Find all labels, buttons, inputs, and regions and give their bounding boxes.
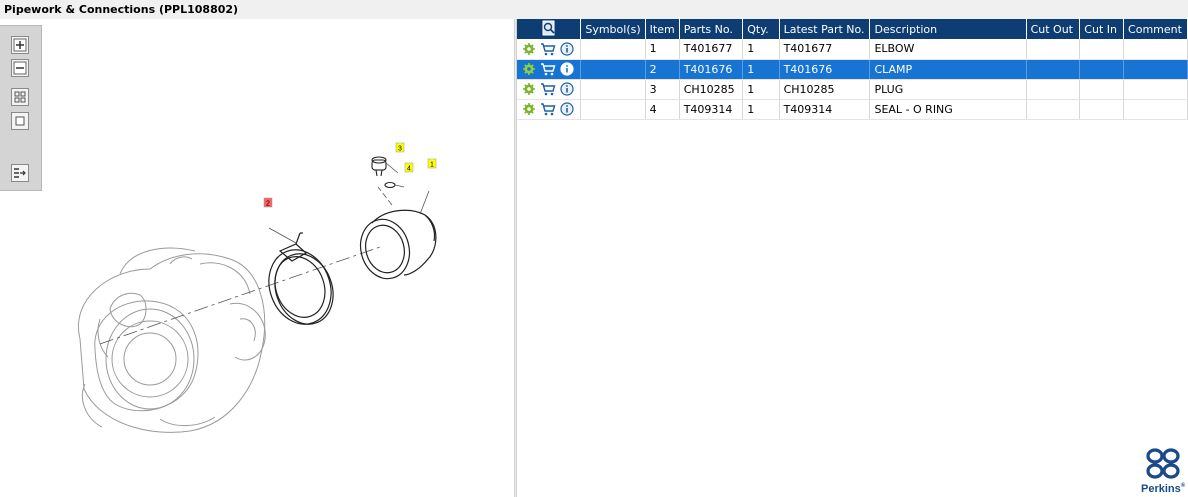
perkins-logo-text: Perkins® — [1141, 483, 1185, 495]
callout-3-label: 3 — [398, 146, 402, 153]
cell-comment — [1123, 79, 1188, 100]
row-actions — [517, 99, 582, 120]
cell-parts-no: T409314 — [679, 99, 744, 120]
cell-cut-out — [1026, 59, 1081, 80]
cell-cut-in — [1079, 59, 1125, 80]
perkins-logo: Perkins® — [1141, 447, 1185, 495]
cell-latest-part-no: T401677 — [779, 39, 871, 60]
cell-symbols — [580, 59, 646, 80]
cell-description: CLAMP — [869, 59, 1027, 80]
cell-symbols — [580, 99, 646, 120]
fit-all-icon — [14, 91, 26, 103]
table-row-selected[interactable]: 2 T401676 1 T401676 CLAMP — [517, 59, 1188, 80]
table-row[interactable]: 3 CH10285 1 CH10285 PLUG — [517, 79, 1188, 100]
cell-latest-part-no: CH10285 — [779, 79, 871, 100]
fit-all-button[interactable] — [11, 88, 29, 106]
cell-cut-in — [1079, 99, 1125, 120]
zoom-in-button[interactable] — [11, 36, 29, 54]
gear-icon[interactable] — [521, 62, 537, 76]
cell-qty: 1 — [742, 59, 780, 80]
cell-symbols — [580, 39, 646, 60]
parts-list-toggle-button[interactable] — [11, 164, 29, 182]
info-icon[interactable] — [559, 102, 575, 116]
gear-icon[interactable] — [521, 82, 537, 96]
cell-parts-no: T401676 — [679, 59, 744, 80]
logo-registered-mark: ® — [1180, 483, 1186, 489]
column-header-cut-in[interactable]: Cut In — [1079, 19, 1125, 39]
callout-4-label: 4 — [407, 166, 411, 173]
shopping-cart-icon[interactable] — [540, 42, 556, 56]
table-header-row: Symbol(s) Item Parts No. Qty. Latest Par… — [517, 19, 1188, 39]
cell-latest-part-no: T409314 — [779, 99, 871, 120]
info-icon[interactable] — [559, 62, 575, 76]
shopping-cart-icon[interactable] — [540, 82, 556, 96]
callout-2[interactable]: 2 — [263, 197, 273, 208]
table-row[interactable]: 1 T401677 1 T401677 ELBOW — [517, 39, 1188, 60]
cell-description: SEAL - O RING — [869, 99, 1027, 120]
cell-qty: 1 — [742, 39, 780, 60]
column-header-comment[interactable]: Comment — [1123, 19, 1188, 39]
cell-comment — [1123, 59, 1188, 80]
table-row[interactable]: 4 T409314 1 T409314 SEAL - O RING — [517, 99, 1188, 120]
row-actions — [517, 39, 582, 60]
column-header-parts-no[interactable]: Parts No. — [679, 19, 744, 39]
parts-list-pane: Symbol(s) Item Parts No. Qty. Latest Par… — [517, 19, 1188, 497]
search-document-icon — [542, 20, 555, 35]
zoom-in-icon — [13, 38, 27, 52]
cell-comment — [1123, 39, 1188, 60]
cell-item: 4 — [645, 99, 680, 120]
window-title: Pipework & Connections (PPL108802) — [0, 0, 1188, 19]
shopping-cart-icon[interactable] — [540, 102, 556, 116]
column-header-qty[interactable]: Qty. — [742, 19, 780, 39]
info-icon[interactable] — [559, 82, 575, 96]
cell-symbols — [580, 79, 646, 100]
fit-window-icon — [15, 116, 25, 126]
cell-description: PLUG — [869, 79, 1027, 100]
cell-description: ELBOW — [869, 39, 1027, 60]
shopping-cart-icon[interactable] — [540, 62, 556, 76]
zoom-out-button[interactable] — [11, 59, 29, 77]
callout-2-label: 2 — [266, 201, 270, 208]
column-header-description[interactable]: Description — [869, 19, 1027, 39]
cell-comment — [1123, 99, 1188, 120]
cell-latest-part-no: T401676 — [779, 59, 871, 80]
cell-cut-in — [1079, 39, 1125, 60]
cell-parts-no: T401677 — [679, 39, 744, 60]
fit-window-button[interactable] — [11, 112, 29, 130]
column-header-cut-out[interactable]: Cut Out — [1026, 19, 1081, 39]
cell-parts-no: CH10285 — [679, 79, 744, 100]
cell-cut-out — [1026, 99, 1081, 120]
info-icon[interactable] — [559, 42, 575, 56]
callout-4[interactable]: 4 — [404, 162, 414, 173]
callout-3[interactable]: 3 — [395, 142, 405, 153]
zoom-out-icon — [13, 61, 27, 75]
view-toolbar — [0, 25, 42, 191]
list-arrow-icon — [14, 168, 26, 178]
cell-cut-out — [1026, 79, 1081, 100]
drawing-pane[interactable]: 1 2 3 4 — [0, 19, 514, 497]
exploded-view-drawing[interactable]: 1 2 3 4 — [0, 19, 514, 497]
cell-qty: 1 — [742, 99, 780, 120]
cell-item: 3 — [645, 79, 680, 100]
cell-item: 1 — [645, 39, 680, 60]
column-header-symbols[interactable]: Symbol(s) — [580, 19, 646, 39]
row-actions — [517, 79, 582, 100]
column-header-latest-part-no[interactable]: Latest Part No. — [779, 19, 871, 39]
perkins-logo-mark-icon — [1146, 448, 1180, 479]
cell-cut-out — [1026, 39, 1081, 60]
cell-item: 2 — [645, 59, 680, 80]
gear-icon[interactable] — [521, 102, 537, 116]
cell-qty: 1 — [742, 79, 780, 100]
parts-table: Symbol(s) Item Parts No. Qty. Latest Par… — [517, 19, 1188, 120]
callout-1-label: 1 — [430, 162, 434, 169]
column-header-item[interactable]: Item — [645, 19, 680, 39]
cell-cut-in — [1079, 79, 1125, 100]
row-actions — [517, 59, 582, 80]
callout-1[interactable]: 1 — [427, 158, 437, 169]
logo-wordmark: Perkins — [1141, 483, 1181, 495]
gear-icon[interactable] — [521, 42, 537, 56]
column-header-actions[interactable] — [517, 19, 582, 39]
